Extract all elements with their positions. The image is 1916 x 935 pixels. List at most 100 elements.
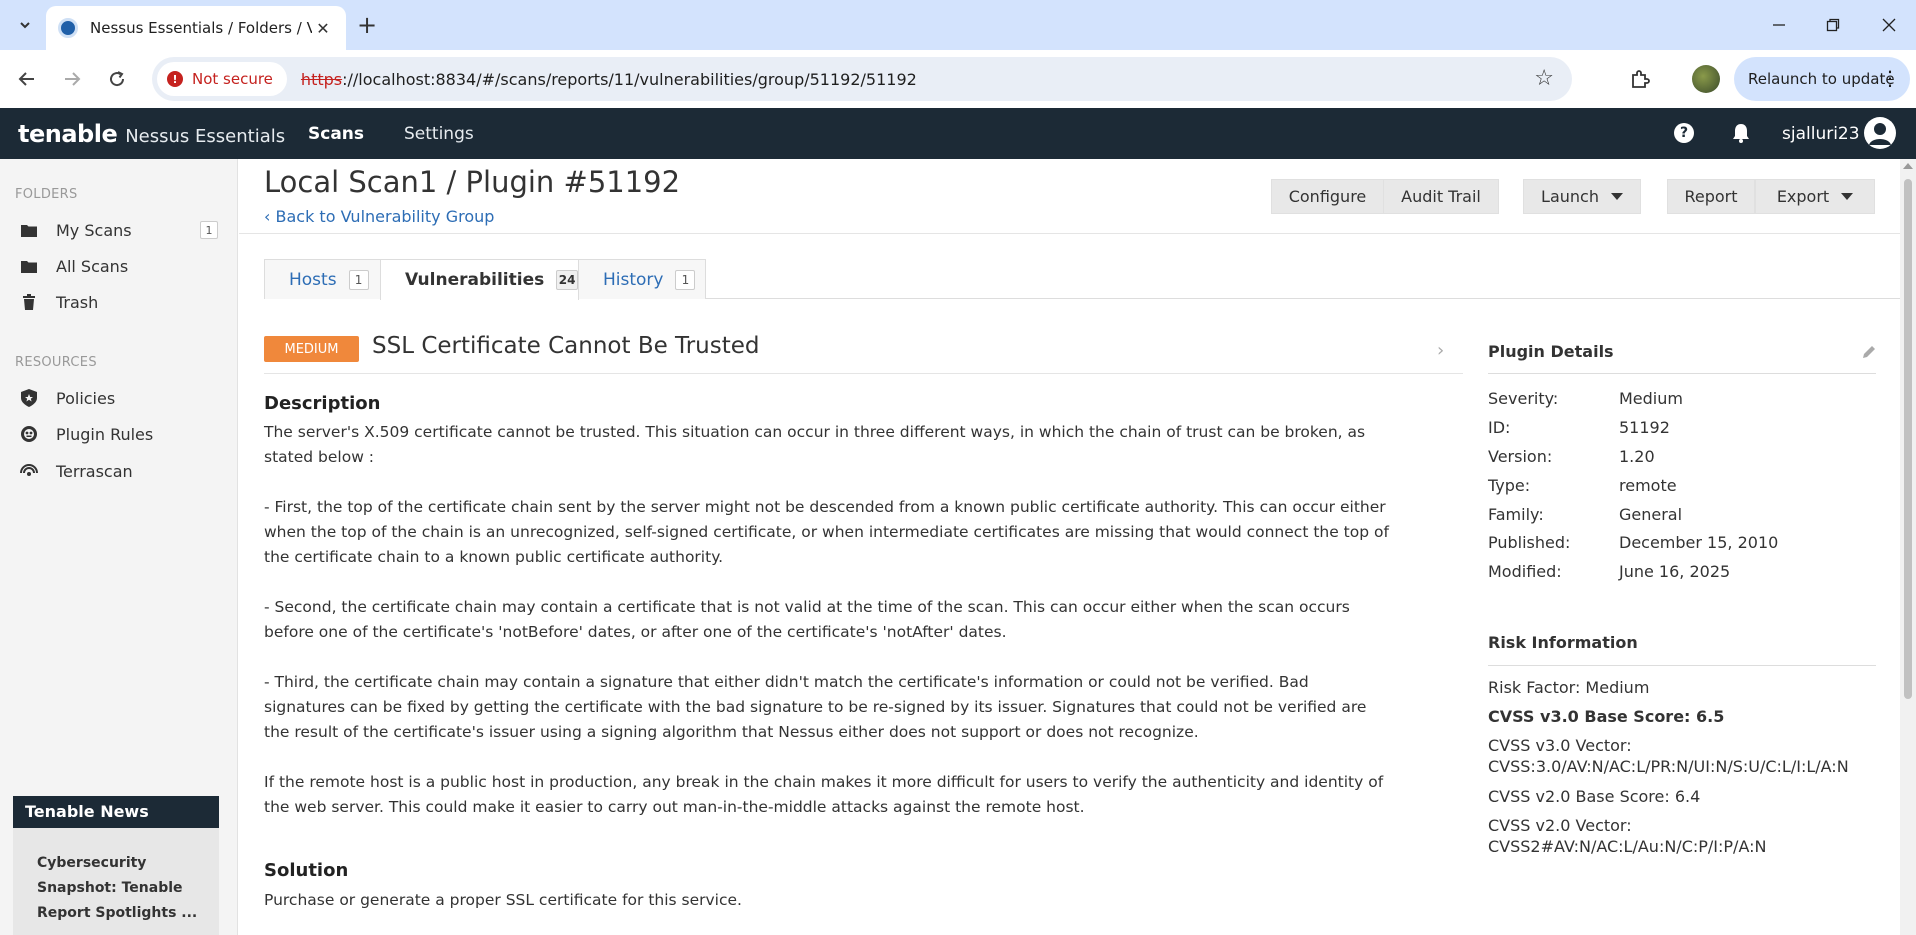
reload-icon — [110, 71, 125, 87]
sidebar-item-policies[interactable]: Policies — [0, 381, 238, 415]
detail-value: remote — [1619, 476, 1677, 495]
caret-down-icon — [1610, 193, 1623, 200]
profile-avatar[interactable] — [1692, 65, 1720, 93]
detail-value: 51192 — [1619, 418, 1670, 437]
scrollbar-thumb[interactable] — [1904, 179, 1912, 699]
sidebar-item-label: My Scans — [56, 220, 132, 240]
tab-hosts[interactable]: Hosts 1 — [264, 259, 381, 299]
sidebar-count-badge: 1 — [200, 221, 218, 239]
tab-search-button[interactable] — [12, 12, 38, 38]
launch-label: Launch — [1541, 187, 1599, 206]
folder-icon — [20, 221, 38, 239]
detail-key: Modified: — [1488, 562, 1562, 581]
nav-settings[interactable]: Settings — [404, 124, 474, 144]
extensions-puzzle-icon[interactable] — [1623, 62, 1657, 96]
site-info-chip[interactable]: ! Not secure — [157, 62, 287, 96]
cvss3-base-score: CVSS v3.0 Base Score: 6.5 — [1488, 707, 1725, 726]
sidebar-item-my-scans[interactable]: My Scans 1 — [0, 213, 238, 247]
configure-button[interactable]: Configure — [1271, 179, 1384, 214]
help-icon[interactable]: ? — [1674, 123, 1694, 143]
close-icon — [1882, 18, 1896, 32]
plugin-detail-row: Type: remote — [1488, 476, 1878, 495]
tab-label: History — [603, 269, 664, 290]
detail-value: Medium — [1619, 389, 1683, 408]
detail-value: June 16, 2025 — [1619, 562, 1731, 581]
url-text: https://localhost:8834/#/scans/reports/1… — [301, 70, 917, 89]
sidebar-item-label: Policies — [56, 388, 116, 408]
pencil-icon[interactable] — [1861, 344, 1877, 360]
url-rest: ://localhost:8834/#/scans/reports/11/vul… — [342, 69, 917, 89]
nav-scans[interactable]: Scans — [308, 124, 364, 144]
close-window-button[interactable] — [1866, 8, 1912, 42]
news-headline-link[interactable]: Cybersecurity Snapshot: Tenable Report S… — [13, 828, 203, 926]
sidebar-item-label: Trash — [56, 292, 99, 312]
sidebar-item-all-scans[interactable]: All Scans — [0, 249, 238, 283]
bookmark-star-icon[interactable]: ☆ — [1534, 66, 1554, 91]
browser-tab[interactable]: Nessus Essentials / Folders / Vi ✕ — [46, 6, 346, 50]
severity-badge: MEDIUM — [264, 336, 359, 362]
plugin-detail-row: Version: 1.20 — [1488, 447, 1878, 466]
tab-vulnerabilities[interactable]: Vulnerabilities 24 — [380, 259, 579, 300]
trash-icon — [20, 293, 38, 311]
back-link-label: Back to Vulnerability Group — [275, 207, 495, 226]
tenable-news-widget: Tenable News Cybersecurity Snapshot: Ten… — [13, 796, 219, 935]
back-to-group-link[interactable]: ‹ Back to Vulnerability Group — [264, 207, 494, 226]
back-button[interactable] — [10, 62, 44, 96]
shield-icon — [20, 389, 38, 407]
relaunch-button[interactable]: Relaunch to update ⋮ — [1734, 57, 1910, 101]
tab-label: Hosts — [289, 269, 337, 290]
export-button[interactable]: Export — [1755, 179, 1875, 214]
detail-key: ID: — [1488, 418, 1511, 437]
report-button[interactable]: Report — [1667, 179, 1755, 214]
tab-history[interactable]: History 1 — [578, 259, 706, 299]
sidebar-item-trash[interactable]: Trash — [0, 285, 238, 319]
description-heading: Description — [264, 393, 381, 414]
relaunch-label: Relaunch to update — [1748, 70, 1895, 88]
not-secure-label: Not secure — [192, 70, 273, 88]
description-paragraph: The server's X.509 certificate cannot be… — [264, 423, 1366, 466]
scroll-up-arrow-icon[interactable] — [1903, 163, 1913, 169]
tab-count-badge: 24 — [556, 270, 578, 290]
detail-key: Family: — [1488, 505, 1544, 524]
solution-heading: Solution — [264, 860, 349, 881]
audit-trail-button[interactable]: Audit Trail — [1383, 179, 1499, 214]
cvss2-vector-label: CVSS v2.0 Vector: — [1488, 816, 1632, 835]
close-icon[interactable]: ✕ — [312, 17, 334, 39]
browser-toolbar: ! Not secure https://localhost:8834/#/sc… — [0, 50, 1916, 108]
new-tab-button[interactable]: + — [352, 10, 382, 40]
chevron-left-icon: ‹ — [264, 207, 276, 226]
description-paragraph: - Third, the certificate chain may conta… — [264, 673, 1367, 741]
detail-key: Type: — [1488, 476, 1531, 495]
resources-section-label: RESOURCES — [15, 355, 97, 370]
sidebar-item-terrascan[interactable]: Terrascan — [0, 454, 238, 488]
folder-icon — [20, 257, 38, 275]
restore-button[interactable] — [1810, 8, 1856, 42]
launch-button[interactable]: Launch — [1523, 179, 1641, 214]
reload-button[interactable] — [100, 62, 134, 96]
sidebar-item-plugin-rules[interactable]: Plugin Rules — [0, 417, 238, 451]
plugin-rules-icon — [20, 425, 38, 443]
detail-value: General — [1619, 505, 1683, 524]
terrascan-icon — [20, 462, 38, 480]
browser-tab-strip: Nessus Essentials / Folders / Vi ✕ + — [0, 0, 1916, 50]
bell-icon[interactable] — [1730, 122, 1752, 144]
main-content: Local Scan1 / Plugin #51192 ‹ Back to Vu… — [239, 159, 1900, 935]
more-vertical-icon[interactable]: ⋮ — [1880, 66, 1900, 90]
chevron-right-icon[interactable]: › — [1437, 340, 1444, 361]
cvss3-vector-label: CVSS v3.0 Vector: — [1488, 736, 1632, 755]
user-avatar-icon[interactable] — [1864, 117, 1896, 149]
risk-info-divider — [1488, 665, 1876, 666]
minimize-button[interactable] — [1756, 8, 1802, 42]
sidebar: FOLDERS My Scans 1 All Scans Trash RESOU… — [0, 159, 238, 935]
plugin-detail-row: Family: General — [1488, 505, 1878, 524]
plugin-detail-row: Severity: Medium — [1488, 389, 1878, 408]
forward-button[interactable] — [55, 62, 89, 96]
tenable-logo[interactable]: tenable Nessus Essentials — [18, 120, 285, 148]
detail-key: Published: — [1488, 533, 1571, 552]
plugin-details-heading: Plugin Details — [1488, 342, 1614, 361]
arrow-left-icon — [18, 72, 34, 86]
address-bar[interactable]: ! Not secure https://localhost:8834/#/sc… — [152, 57, 1572, 101]
username[interactable]: sjalluri23 — [1782, 124, 1860, 144]
page-scrollbar[interactable] — [1900, 159, 1916, 935]
caret-down-icon — [1841, 193, 1854, 200]
